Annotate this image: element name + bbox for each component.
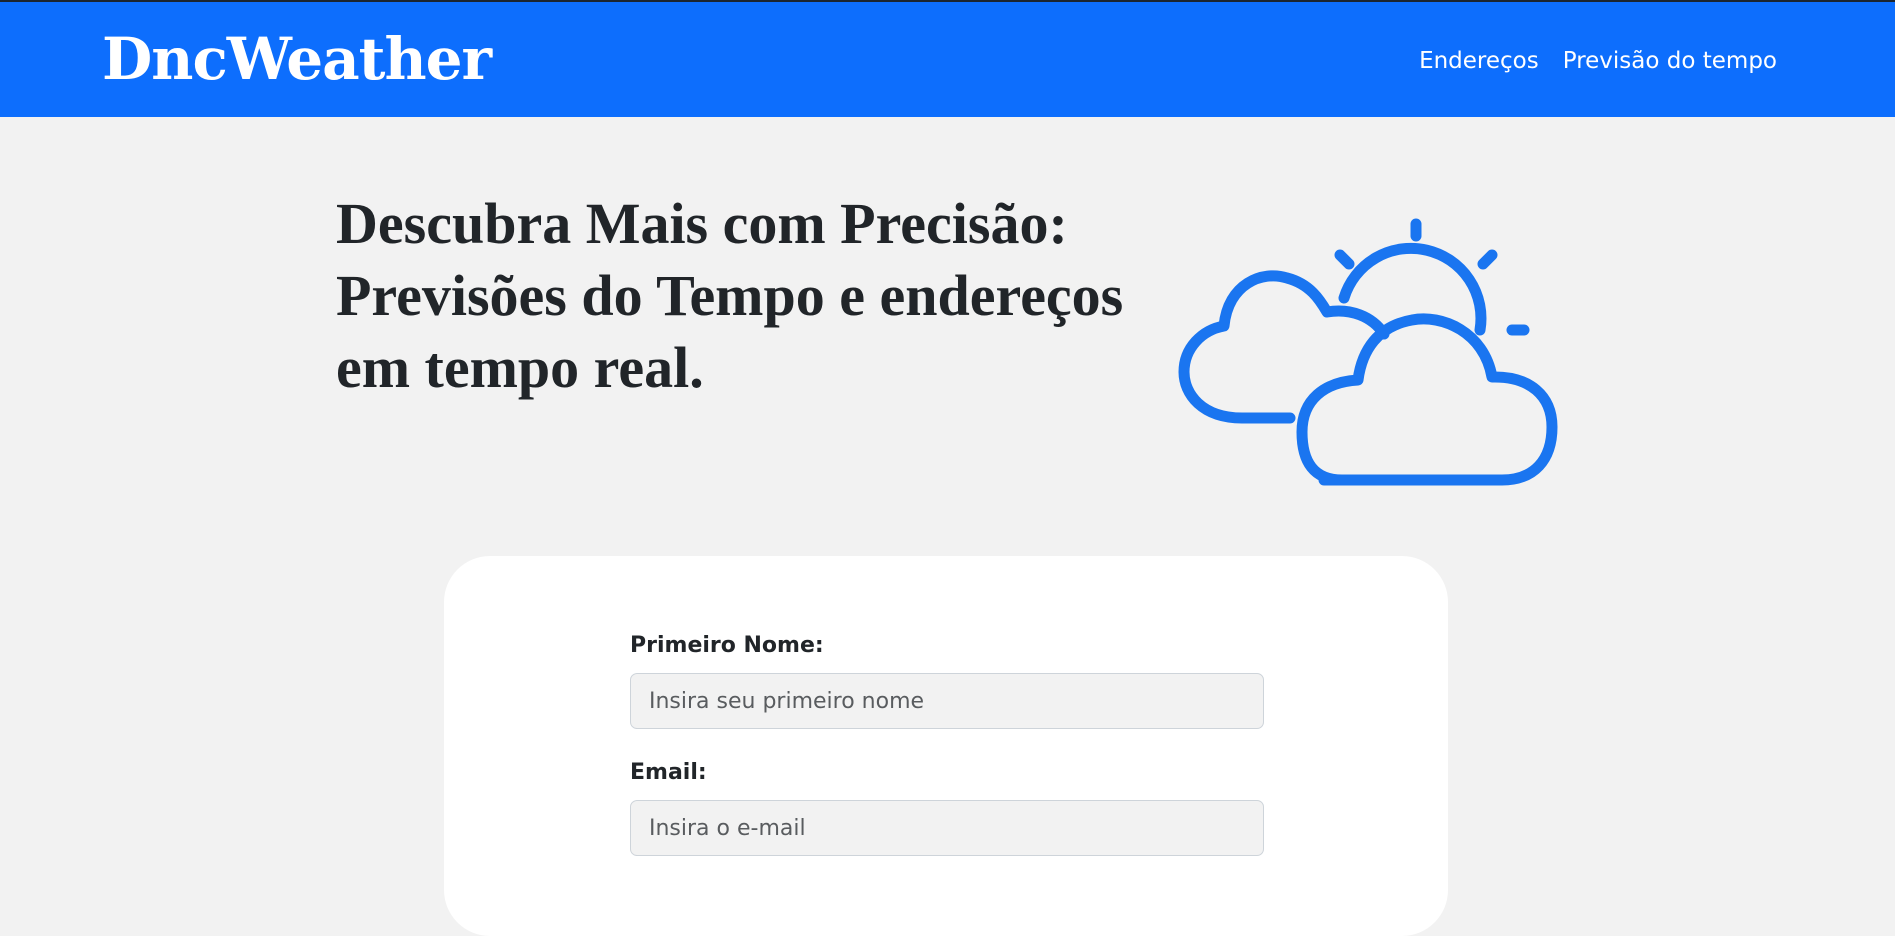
hero-title-line-1: Descubra Mais com Precisão: xyxy=(336,191,1068,256)
first-name-label: Primeiro Nome: xyxy=(630,633,824,658)
email-label: Email: xyxy=(630,760,707,785)
signup-card: Primeiro Nome: Email: xyxy=(444,556,1448,936)
partly-cloudy-icon xyxy=(1178,218,1558,486)
email-group: Email: xyxy=(630,759,1264,856)
nav-link-previsao-do-tempo[interactable]: Previsão do tempo xyxy=(1563,46,1777,76)
first-name-input[interactable] xyxy=(630,673,1264,729)
hero-title-line-2: Previsões do Tempo e endereços xyxy=(336,263,1124,328)
first-name-group: Primeiro Nome: xyxy=(630,632,1264,729)
nav-link-enderecos[interactable]: Endereços xyxy=(1419,46,1539,76)
main-nav: Endereços Previsão do tempo xyxy=(1419,46,1777,76)
signup-form: Primeiro Nome: Email: xyxy=(630,632,1264,886)
hero-title: Descubra Mais com Precisão: Previsões do… xyxy=(336,188,1196,404)
brand-logo[interactable]: DncWeather xyxy=(102,24,492,94)
top-navbar: DncWeather Endereços Previsão do tempo xyxy=(0,0,1895,117)
email-input[interactable] xyxy=(630,800,1264,856)
hero-title-line-3: em tempo real. xyxy=(336,335,704,400)
